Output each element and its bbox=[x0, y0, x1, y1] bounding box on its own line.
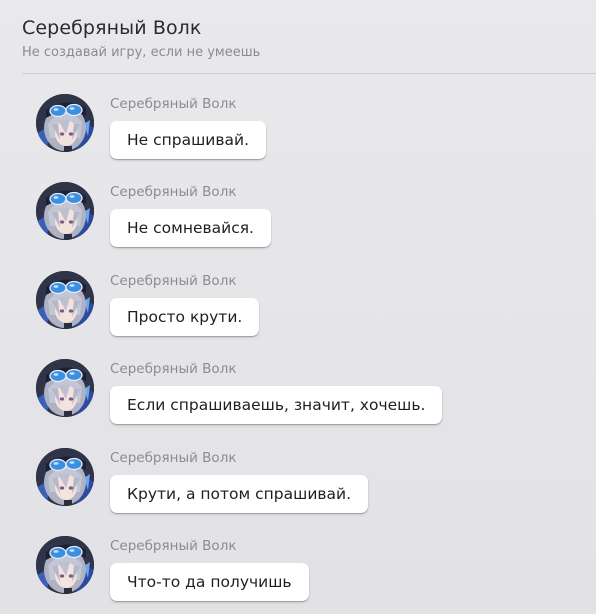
chat-window: Серебряный Волк Не создавай игру, если н… bbox=[0, 0, 596, 614]
avatar[interactable] bbox=[36, 271, 94, 329]
message-list[interactable]: Серебряный Волк Не спрашивай. Серебряный… bbox=[0, 74, 596, 614]
chat-header: Серебряный Волк Не создавай игру, если н… bbox=[0, 0, 596, 74]
message-item: Серебряный Волк Что-то да получишь bbox=[0, 516, 596, 604]
message-item: Серебряный Волк Если спрашиваешь, значит… bbox=[0, 339, 596, 427]
message-item: Серебряный Волк Не спрашивай. bbox=[0, 74, 596, 162]
avatar[interactable] bbox=[36, 182, 94, 240]
message-item: Серебряный Волк Просто крути. bbox=[0, 251, 596, 339]
sender-name: Серебряный Волк bbox=[110, 361, 237, 377]
sender-name: Серебряный Волк bbox=[110, 538, 237, 554]
message-item: Серебряный Волк Не сомневайся. bbox=[0, 162, 596, 250]
message-bubble[interactable]: Не спрашивай. bbox=[110, 121, 267, 159]
message-bubble[interactable]: Крути, а потом спрашивай. bbox=[110, 475, 369, 513]
avatar[interactable] bbox=[36, 359, 94, 417]
avatar[interactable] bbox=[36, 448, 94, 506]
chat-title[interactable]: Серебряный Волк bbox=[22, 17, 202, 39]
avatar[interactable] bbox=[36, 536, 94, 594]
sender-name: Серебряный Волк bbox=[110, 450, 237, 466]
avatar[interactable] bbox=[36, 94, 94, 152]
chat-subtitle: Не создавай игру, если не умеешь bbox=[22, 45, 261, 60]
message-bubble[interactable]: Что-то да получишь bbox=[110, 563, 309, 601]
message-item: Серебряный Волк Крути, а потом спрашивай… bbox=[0, 428, 596, 516]
message-bubble[interactable]: Просто крути. bbox=[110, 298, 260, 336]
message-bubble[interactable]: Если спрашиваешь, значит, хочешь. bbox=[110, 386, 443, 424]
sender-name: Серебряный Волк bbox=[110, 184, 237, 200]
sender-name: Серебряный Волк bbox=[110, 96, 237, 112]
sender-name: Серебряный Волк bbox=[110, 273, 237, 289]
message-bubble[interactable]: Не сомневайся. bbox=[110, 209, 271, 247]
